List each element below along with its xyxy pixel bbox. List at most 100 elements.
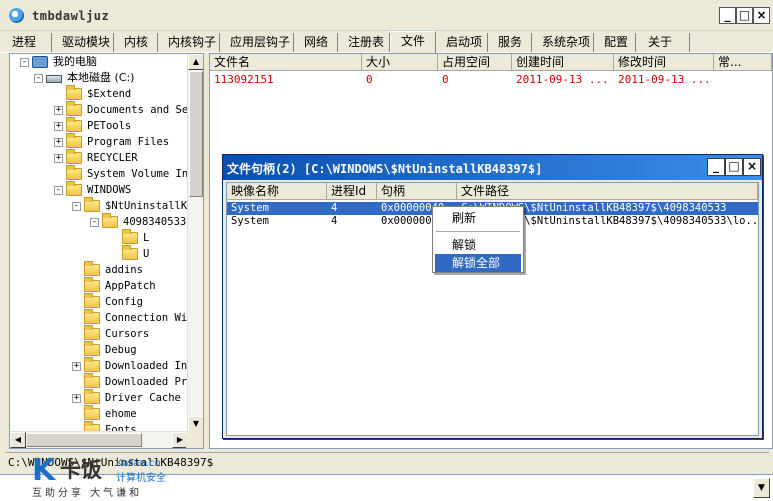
cell-size: 0 bbox=[366, 73, 373, 86]
menu-item-unlock[interactable]: 解锁 bbox=[435, 236, 521, 254]
folder-tree[interactable]: - 我的电脑 - 本地磁盘 (C:) $Extend + Documents a… bbox=[9, 53, 204, 449]
column-header-attributes[interactable]: 常... bbox=[714, 54, 772, 71]
column-header-size[interactable]: 大小 bbox=[362, 54, 438, 71]
folder-icon bbox=[84, 197, 100, 212]
window-title: tmbdawljuz bbox=[32, 9, 110, 23]
column-header-created[interactable]: 创建时间 bbox=[512, 54, 614, 71]
maximize-button[interactable]: □ bbox=[736, 7, 753, 24]
file-handles-dialog: 文件句柄(2) [C:\WINDOWS\$NtUninstallKB48397$… bbox=[222, 154, 763, 439]
folder-icon bbox=[66, 101, 82, 116]
expand-icon[interactable]: + bbox=[54, 154, 63, 163]
close-button[interactable]: × bbox=[753, 7, 770, 24]
dialog-minimize-button[interactable]: _ bbox=[707, 158, 725, 176]
dialog-maximize-button[interactable]: □ bbox=[725, 158, 743, 176]
folder-icon bbox=[84, 261, 100, 276]
menu-item-refresh[interactable]: 刷新 bbox=[435, 209, 521, 227]
collapse-icon[interactable]: - bbox=[34, 74, 43, 83]
scroll-left-icon[interactable]: ◀ bbox=[10, 432, 26, 448]
column-header-disk-usage[interactable]: 占用空间 bbox=[438, 54, 512, 71]
collapse-icon[interactable]: - bbox=[54, 186, 63, 195]
tree-vertical-scrollbar[interactable]: ▲ ▼ bbox=[187, 54, 203, 432]
tab-system-misc[interactable]: 系统杂项 bbox=[532, 33, 594, 52]
column-header-image-name[interactable]: 映像名称 bbox=[227, 183, 327, 200]
drive-icon bbox=[46, 75, 62, 83]
tab-services[interactable]: 服务 bbox=[488, 33, 532, 52]
watermark-logo: K 卡饭 KaFan.cn 计算机安全 互助分享 大气谦和 bbox=[30, 453, 180, 500]
tab-registry[interactable]: 注册表 bbox=[338, 33, 390, 52]
tab-kernel-hooks[interactable]: 内核钩子 bbox=[158, 33, 220, 52]
folder-icon bbox=[66, 165, 82, 180]
folder-icon bbox=[122, 245, 138, 260]
tab-user-hooks[interactable]: 应用层钩子 bbox=[220, 33, 294, 52]
folder-icon bbox=[66, 149, 82, 164]
folder-icon bbox=[84, 293, 100, 308]
tree-horizontal-scroll-thumb[interactable] bbox=[26, 433, 142, 447]
tab-about[interactable]: 关于 bbox=[638, 33, 690, 52]
tree-horizontal-scrollbar[interactable]: ◀ ▶ bbox=[10, 431, 188, 448]
scroll-down-icon[interactable]: ▼ bbox=[188, 416, 203, 432]
folder-icon bbox=[102, 213, 118, 228]
column-header-modified[interactable]: 修改时间 bbox=[614, 54, 714, 71]
context-menu: 刷新 解锁 解锁全部 bbox=[432, 206, 524, 273]
logo-letter: K bbox=[32, 453, 56, 488]
folder-icon bbox=[84, 325, 100, 340]
expand-icon[interactable]: + bbox=[72, 362, 81, 371]
logo-tagline: 计算机安全 bbox=[116, 473, 166, 484]
folder-icon bbox=[66, 85, 82, 100]
column-header-handle[interactable]: 句柄 bbox=[377, 183, 457, 200]
collapse-icon[interactable]: - bbox=[90, 218, 99, 227]
logo-slogan: 互助分享 大气谦和 bbox=[32, 488, 143, 499]
cell-created: 2011-09-13 ... bbox=[516, 73, 609, 86]
logo-brand: 卡饭 bbox=[60, 458, 102, 482]
column-header-filename[interactable]: 文件名 bbox=[210, 54, 362, 71]
expand-icon[interactable]: + bbox=[72, 394, 81, 403]
scrollbar-corner bbox=[186, 431, 203, 448]
column-header-file-path[interactable]: 文件路径 bbox=[457, 183, 758, 200]
dialog-title-bar[interactable]: 文件句柄(2) [C:\WINDOWS\$NtUninstallKB48397$… bbox=[223, 155, 762, 180]
expand-icon[interactable]: + bbox=[54, 122, 63, 131]
expand-icon[interactable]: + bbox=[54, 106, 63, 115]
scroll-down-icon[interactable]: ▼ bbox=[753, 478, 770, 498]
cell-pid: 4 bbox=[331, 215, 338, 227]
tab-config[interactable]: 配置 bbox=[594, 33, 636, 52]
menu-separator bbox=[436, 231, 520, 232]
app-icon bbox=[9, 8, 24, 23]
collapse-icon[interactable]: - bbox=[72, 202, 81, 211]
expand-icon[interactable]: + bbox=[54, 138, 63, 147]
tab-network[interactable]: 网络 bbox=[294, 33, 338, 52]
folder-icon bbox=[84, 309, 100, 324]
folder-icon bbox=[84, 341, 100, 356]
folder-icon bbox=[84, 357, 100, 372]
tab-kernel[interactable]: 内核 bbox=[114, 33, 158, 52]
folder-icon bbox=[66, 181, 82, 196]
folder-icon bbox=[84, 405, 100, 420]
collapse-icon[interactable]: - bbox=[20, 58, 29, 67]
tab-driver-modules[interactable]: 驱动模块 bbox=[52, 33, 114, 52]
dialog-title: 文件句柄(2) [C:\WINDOWS\$NtUninstallKB48397$… bbox=[227, 162, 543, 176]
cell-disk-usage: 0 bbox=[442, 73, 449, 86]
tree-vertical-scroll-thumb[interactable] bbox=[189, 71, 203, 197]
tab-process[interactable]: 进程 bbox=[2, 33, 52, 52]
column-header-pid[interactable]: 进程Id bbox=[327, 183, 377, 200]
cell-pid: 4 bbox=[331, 202, 338, 214]
tab-files[interactable]: 文件 bbox=[390, 31, 436, 53]
minimize-button[interactable]: _ bbox=[719, 7, 736, 24]
computer-icon bbox=[32, 56, 48, 68]
cell-image-name: System bbox=[231, 202, 269, 214]
folder-icon bbox=[84, 373, 100, 388]
folder-icon bbox=[84, 389, 100, 404]
dialog-close-button[interactable]: × bbox=[743, 158, 761, 176]
folder-icon bbox=[66, 133, 82, 148]
folder-icon bbox=[84, 277, 100, 292]
logo-domain: KaFan.cn bbox=[116, 458, 161, 469]
cell-modified: 2011-09-13 ... bbox=[618, 73, 711, 86]
scroll-up-icon[interactable]: ▲ bbox=[188, 54, 203, 70]
main-tab-bar: 进程 驱动模块 内核 内核钩子 应用层钩子 网络 注册表 文件 启动项 服务 系… bbox=[0, 31, 773, 53]
menu-item-unlock-all[interactable]: 解锁全部 bbox=[435, 254, 521, 272]
cell-image-name: System bbox=[231, 215, 269, 227]
cell-filename: 113092151 bbox=[214, 73, 274, 86]
folder-icon bbox=[66, 117, 82, 132]
tab-startup[interactable]: 启动项 bbox=[436, 33, 488, 52]
title-bar: tmbdawljuz _ □ × bbox=[0, 0, 773, 31]
folder-icon bbox=[122, 229, 138, 244]
